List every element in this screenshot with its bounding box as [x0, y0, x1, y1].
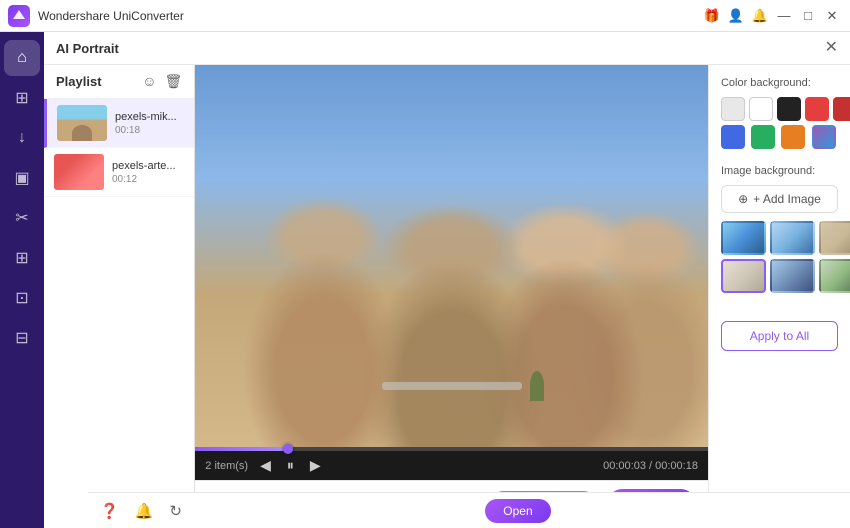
playlist-info-1: pexels-mik... 00:18	[115, 111, 184, 136]
item-count: 2 item(s)	[205, 460, 248, 472]
image-background-label: Image background:	[721, 165, 838, 177]
panel-close-button[interactable]: ✕	[825, 40, 838, 56]
playlist-icon-group: ☺ 🗑	[142, 73, 182, 90]
bell-icon[interactable]: 🔔	[750, 6, 770, 26]
apply-to-all-button[interactable]: Apply to All	[721, 321, 838, 351]
panel-header: AI Portrait ✕	[44, 32, 850, 65]
playlist-thumb-1	[57, 105, 107, 141]
refresh-icon[interactable]: ↻	[169, 502, 182, 520]
img-thumb-5[interactable]	[770, 259, 815, 293]
sidebar-item-tools[interactable]: ⊟	[4, 320, 40, 356]
color-background-section: Color background:	[721, 77, 838, 149]
right-panel: Color background:	[708, 65, 850, 528]
notification-icon[interactable]: 🔔	[135, 502, 154, 520]
logo-icon	[12, 9, 26, 23]
playlist-thumb-2	[54, 154, 104, 190]
sidebar-item-compress[interactable]: ⊡	[4, 280, 40, 316]
time-separator: /	[646, 460, 655, 472]
color-grid-row1	[721, 97, 838, 121]
sidebar-item-home[interactable]: ⌂	[4, 40, 40, 76]
color-swatch-blue[interactable]	[721, 125, 745, 149]
ai-portrait-panel: AI Portrait ✕ Playlist ☺ 🗑	[44, 32, 850, 528]
sidebar-item-download[interactable]: ↓	[4, 120, 40, 156]
close-button[interactable]: ✕	[822, 6, 842, 26]
playlist-name-2: pexels-arte...	[112, 160, 184, 172]
sidebar-item-edit[interactable]: ▣	[4, 160, 40, 196]
next-button[interactable]: ▶	[306, 455, 325, 476]
pause-button[interactable]: ⏸	[283, 455, 298, 476]
color-swatch-green[interactable]	[751, 125, 775, 149]
minimize-button[interactable]: —	[774, 6, 794, 26]
color-swatch-dark-red[interactable]	[833, 97, 850, 121]
image-background-section: Image background: ⊕ + Add Image	[721, 165, 838, 293]
time-total: 00:00:18	[655, 460, 698, 472]
video-frame	[195, 65, 708, 447]
app-body: ⌂ ⊞ ↓ ▣ ✂ ⊞ ⊡ ⊟ AI Portrait ✕ Playlist	[0, 32, 850, 528]
playlist-items: pexels-mik... 00:18 pexels-arte... 00:12	[44, 99, 194, 528]
add-image-button[interactable]: ⊕ + Add Image	[721, 185, 838, 213]
progress-thumb	[283, 444, 293, 454]
playlist-item[interactable]: pexels-arte... 00:12	[44, 148, 194, 197]
user-icon[interactable]: 👤	[726, 6, 746, 26]
color-swatch-orange[interactable]	[781, 125, 805, 149]
playlist-delete-icon[interactable]: 🗑	[165, 73, 183, 90]
playlist-item[interactable]: pexels-mik... 00:18	[44, 99, 194, 148]
color-swatch-white[interactable]	[749, 97, 773, 121]
progress-bar[interactable]	[195, 447, 708, 451]
gift-icon[interactable]: 🎁	[702, 6, 722, 26]
image-grid	[721, 221, 838, 293]
img-thumb-2[interactable]	[770, 221, 815, 255]
panel-body: Playlist ☺ 🗑 pexels-mik... 00:18	[44, 65, 850, 528]
playlist-settings-icon[interactable]: ☺	[142, 73, 156, 90]
app-logo	[8, 5, 30, 27]
playlist-info-2: pexels-arte... 00:12	[112, 160, 184, 185]
img-thumb-1[interactable]	[721, 221, 766, 255]
playlist-name-1: pexels-mik...	[115, 111, 184, 123]
open-button[interactable]: Open	[485, 499, 550, 523]
playlist-header: Playlist ☺ 🗑	[44, 65, 194, 99]
playlist-title: Playlist	[56, 74, 102, 89]
maximize-button[interactable]: □	[798, 6, 818, 26]
color-background-label: Color background:	[721, 77, 838, 89]
time-current: 00:00:03	[603, 460, 646, 472]
img-thumb-6[interactable]	[819, 259, 850, 293]
plant-hint	[530, 371, 544, 401]
time-display: 00:00:03 / 00:00:18	[603, 460, 698, 472]
playlist-duration-1: 00:18	[115, 125, 184, 136]
add-icon: ⊕	[738, 192, 748, 206]
video-controls: 2 item(s) ◀ ⏸ ▶ 00:00:03 / 00:00:18	[195, 451, 708, 480]
app-footer: ❓ 🔔 ↻ Open	[88, 492, 850, 528]
video-content	[195, 65, 708, 447]
img-thumb-3[interactable]	[819, 221, 850, 255]
laptop-hint	[382, 382, 522, 390]
color-swatch-black[interactable]	[777, 97, 801, 121]
playlist-section: Playlist ☺ 🗑 pexels-mik... 00:18	[44, 65, 195, 528]
color-swatch-light-gray[interactable]	[721, 97, 745, 121]
color-grid-row2	[721, 125, 838, 149]
add-image-label: + Add Image	[753, 192, 821, 206]
sidebar-item-trim[interactable]: ✂	[4, 200, 40, 236]
video-area: 2 item(s) ◀ ⏸ ▶ 00:00:03 / 00:00:18 File…	[195, 65, 708, 528]
content-area: AI Portrait ✕ Playlist ☺ 🗑	[44, 32, 850, 528]
help-icon[interactable]: ❓	[100, 502, 119, 520]
img-thumb-4[interactable]	[721, 259, 766, 293]
color-swatch-gradient[interactable]	[812, 125, 836, 149]
sidebar: ⌂ ⊞ ↓ ▣ ✂ ⊞ ⊡ ⊟	[0, 32, 44, 528]
sidebar-item-merge[interactable]: ⊞	[4, 240, 40, 276]
progress-fill	[195, 447, 287, 451]
panel-title: AI Portrait	[56, 41, 119, 56]
window-controls: 🎁 👤 🔔 — □ ✕	[702, 6, 842, 26]
playlist-duration-2: 00:12	[112, 174, 184, 185]
title-bar: Wondershare UniConverter 🎁 👤 🔔 — □ ✕	[0, 0, 850, 32]
color-swatch-red[interactable]	[805, 97, 829, 121]
sidebar-item-convert[interactable]: ⊞	[4, 80, 40, 116]
prev-button[interactable]: ◀	[256, 455, 275, 476]
app-title: Wondershare UniConverter	[38, 9, 702, 23]
